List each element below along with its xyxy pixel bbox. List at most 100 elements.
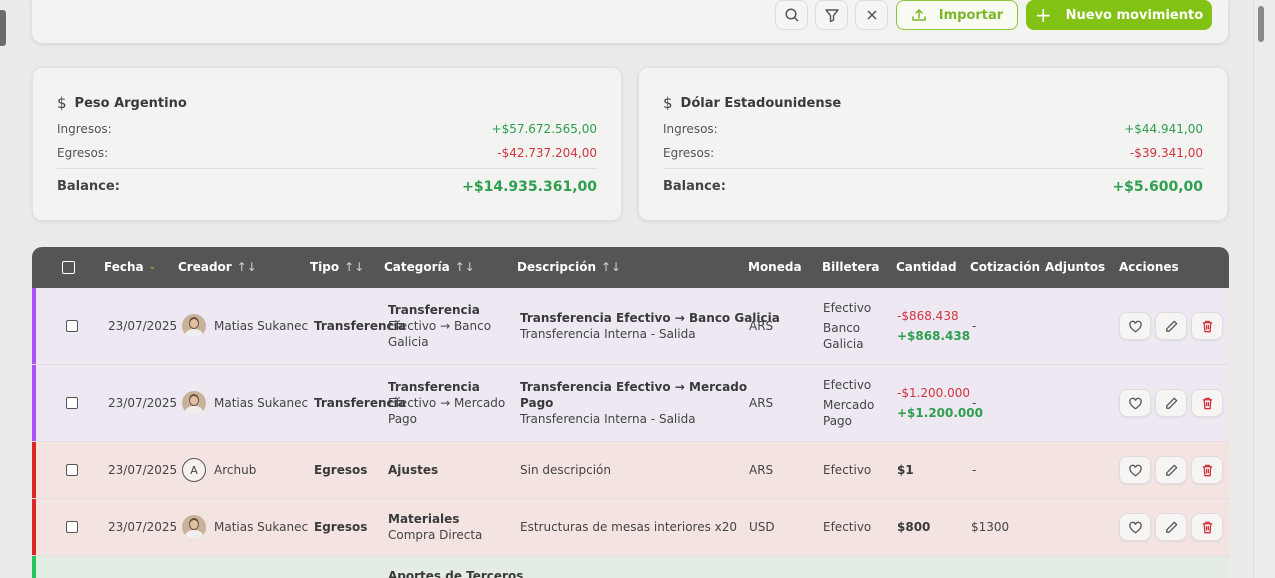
cell-descripcion: Estructuras de mesas interiores x20 — [520, 520, 738, 534]
ingresos-value: +$44.941,00 — [1124, 122, 1203, 136]
cell-creador: Matias Sukanec — [214, 396, 309, 410]
chevron-down-icon: ⌄ — [148, 262, 157, 272]
cell-categoria: Ajustes — [388, 463, 439, 477]
cell-tipo: Egresos — [314, 520, 368, 534]
cell-categoria-sub: Galicia — [388, 335, 429, 349]
summary-ingresos-row: Ingresos: +$57.672.565,00 — [57, 122, 597, 136]
cell-cantidad-negative: -$1.200.000 — [897, 386, 971, 400]
row-type-indicator — [32, 556, 36, 578]
avatar — [182, 314, 206, 338]
cell-billetera: Mercado — [823, 398, 875, 412]
heart-icon — [1128, 320, 1142, 332]
cell-descripcion-sub: Transferencia Interna - Salida — [520, 412, 696, 426]
table-row[interactable]: 23/07/2025 Matias Sukanec Transferencia … — [32, 365, 1229, 442]
cell-billetera: Pago — [823, 414, 853, 428]
column-creador[interactable]: Creador ↑↓ — [178, 260, 257, 274]
import-label: Importar — [938, 7, 1004, 23]
heart-icon — [1128, 521, 1142, 533]
row-checkbox[interactable] — [66, 464, 78, 476]
summary-title: $ Peso Argentino — [57, 94, 187, 112]
edit-button[interactable] — [1155, 312, 1187, 340]
cell-billetera: Efectivo — [823, 463, 872, 477]
cell-cotizacion: - — [972, 319, 977, 333]
edit-button[interactable] — [1155, 389, 1187, 417]
cell-descripcion: Sin descripción — [520, 463, 611, 477]
egresos-value: -$42.737.204,00 — [497, 146, 597, 160]
balance-value: +$5.600,00 — [1112, 179, 1203, 195]
cell-fecha: 23/07/2025 — [108, 463, 178, 477]
import-button[interactable]: Importar — [896, 0, 1018, 30]
column-label: Tipo — [310, 260, 340, 274]
delete-button[interactable] — [1191, 389, 1223, 417]
cell-fecha: 23/07/2025 — [108, 520, 178, 534]
vertical-scrollbar[interactable] — [1253, 0, 1275, 578]
avatar — [182, 515, 206, 539]
table-row[interactable]: 23/07/2025 Matias Sukanec Transferencia … — [32, 288, 1229, 365]
favorite-button[interactable] — [1119, 456, 1151, 484]
cell-moneda: ARS — [749, 319, 774, 333]
cell-creador: Matias Sukanec — [214, 520, 309, 534]
column-categoria[interactable]: Categoría ↑↓ — [384, 260, 475, 274]
row-checkbox[interactable] — [66, 397, 78, 409]
select-all-checkbox[interactable] — [62, 261, 75, 274]
dollar-icon: $ — [57, 94, 67, 112]
summary-balance-row: Balance: +$14.935.361,00 — [57, 179, 597, 195]
delete-button[interactable] — [1191, 513, 1223, 541]
row-checkbox[interactable] — [66, 521, 78, 533]
cell-moneda: ARS — [749, 396, 774, 410]
table-row[interactable]: Aportes de Terceros — [32, 556, 1229, 578]
favorite-button[interactable] — [1119, 513, 1151, 541]
pencil-icon — [1165, 320, 1177, 332]
close-icon — [866, 10, 877, 20]
ingresos-label: Ingresos: — [57, 122, 112, 136]
summary-card-usd: $ Dólar Estadounidense Ingresos: +$44.94… — [638, 67, 1228, 221]
edit-button[interactable] — [1155, 513, 1187, 541]
row-type-indicator — [32, 288, 36, 365]
plus-icon: + — [1034, 3, 1052, 27]
column-label: Descripción — [517, 260, 596, 274]
search-button[interactable] — [775, 0, 808, 30]
sort-icon: ↑↓ — [454, 260, 475, 274]
new-movement-button[interactable]: + Nuevo movimiento — [1026, 0, 1212, 30]
cell-billetera: Efectivo — [823, 378, 872, 392]
search-icon — [784, 8, 799, 22]
column-descripcion[interactable]: Descripción ↑↓ — [517, 260, 621, 274]
column-label: Moneda — [748, 260, 802, 274]
egresos-label: Egresos: — [57, 146, 109, 160]
scrollbar-thumb[interactable] — [1258, 6, 1264, 42]
column-tipo[interactable]: Tipo ↑↓ — [310, 260, 364, 274]
clear-filters-button[interactable] — [855, 0, 888, 30]
avatar — [182, 391, 206, 415]
cell-categoria-sub: Efectivo → Banco — [388, 319, 492, 333]
sort-icon: ↑↓ — [601, 260, 622, 274]
table-row[interactable]: 23/07/2025 A Archub Egresos Ajustes Sin … — [32, 442, 1229, 499]
edit-button[interactable] — [1155, 456, 1187, 484]
cell-descripcion: Transferencia Efectivo → Mercado — [520, 380, 748, 394]
filter-button[interactable] — [815, 0, 848, 30]
cell-categoria-sub: Compra Directa — [388, 528, 483, 542]
row-checkbox[interactable] — [66, 320, 78, 332]
avatar: A — [182, 458, 206, 482]
side-panel-handle[interactable] — [0, 10, 6, 46]
cell-descripcion: Pago — [520, 396, 554, 410]
table-row[interactable]: 23/07/2025 Matias Sukanec Egresos Materi… — [32, 499, 1229, 556]
favorite-button[interactable] — [1119, 312, 1151, 340]
column-fecha[interactable]: Fecha ⌄ — [104, 260, 156, 274]
cell-cotizacion: $1300 — [971, 520, 1010, 534]
balance-label: Balance: — [663, 179, 726, 194]
delete-button[interactable] — [1191, 456, 1223, 484]
favorite-button[interactable] — [1119, 389, 1151, 417]
sort-icon: ↑↓ — [344, 260, 365, 274]
cell-moneda: ARS — [749, 463, 774, 477]
column-moneda: Moneda — [748, 260, 802, 274]
row-type-indicator — [32, 365, 36, 442]
cell-categoria-sub: Efectivo → Mercado — [388, 396, 506, 410]
trash-icon — [1202, 397, 1212, 409]
divider — [57, 168, 597, 169]
column-acciones: Acciones — [1119, 260, 1179, 274]
delete-button[interactable] — [1191, 312, 1223, 340]
cell-descripcion-sub: Transferencia Interna - Salida — [520, 327, 696, 341]
cell-fecha: 23/07/2025 — [108, 396, 178, 410]
egresos-label: Egresos: — [663, 146, 715, 160]
row-type-indicator — [32, 442, 36, 499]
